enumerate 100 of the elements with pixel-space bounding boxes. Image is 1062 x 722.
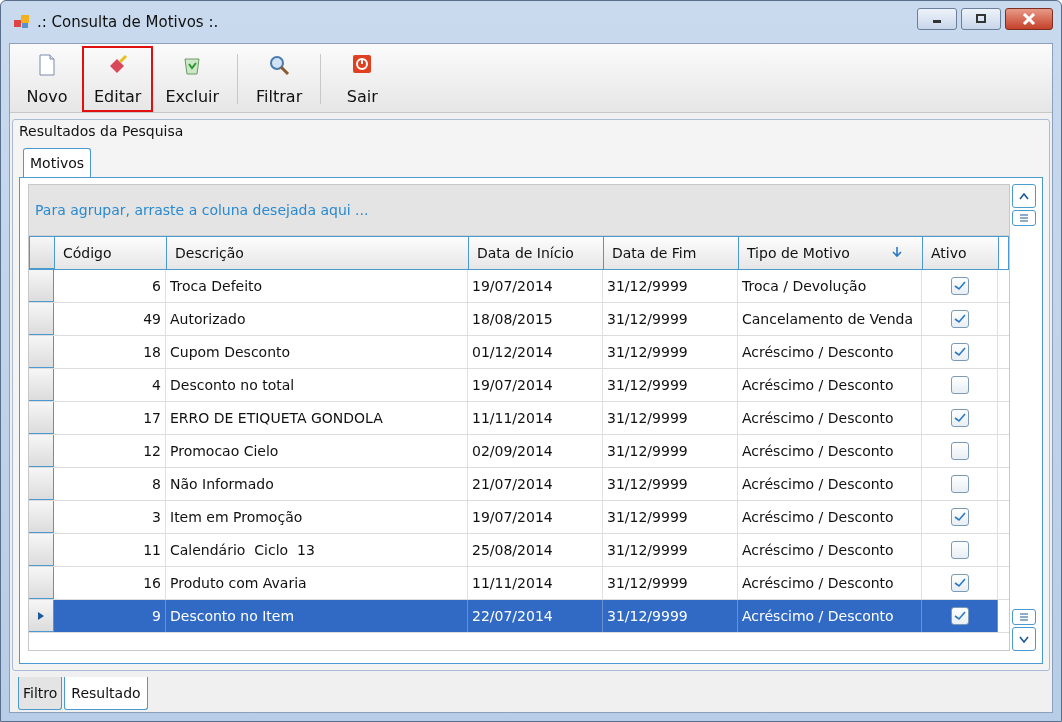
delete-button[interactable]: Excluir	[153, 46, 232, 112]
column-header[interactable]: Data de Início	[469, 237, 604, 269]
table-cell: Calendário Ciclo 13	[166, 534, 468, 566]
app-icon	[13, 14, 31, 30]
table-cell: Acréscimo / Desconto	[738, 567, 922, 599]
row-header	[29, 501, 54, 533]
table-cell: 4	[54, 369, 166, 401]
column-header[interactable]: Tipo de Motivo	[739, 237, 923, 269]
tab[interactable]: Filtro	[18, 677, 63, 710]
checkbox[interactable]	[950, 409, 969, 427]
table-cell: 6	[54, 270, 166, 302]
table-cell: Acréscimo / Desconto	[738, 435, 922, 467]
new-button[interactable]: Novo	[12, 46, 82, 112]
table-cell: 31/12/9999	[603, 534, 738, 566]
table-cell: 31/12/9999	[603, 468, 738, 500]
minimize-button[interactable]	[917, 8, 957, 30]
close-icon	[1022, 13, 1036, 25]
table-cell: Troca Defeito	[166, 270, 468, 302]
row-header	[29, 567, 54, 599]
scroll-thumb[interactable]	[1012, 609, 1036, 625]
table-row[interactable]: 8 Não Informado 21/07/2014 31/12/9999 Acréscimo / Desconto	[29, 468, 1009, 501]
power-icon	[352, 54, 373, 74]
table-cell: 8	[54, 468, 166, 500]
table-cell: 3	[54, 501, 166, 533]
table-row[interactable]: 18 Cupom Desconto 01/12/2014 31/12/9999 Acréscimo / Desconto	[29, 336, 1009, 369]
table-cell: 31/12/9999	[603, 369, 738, 401]
magnifier-icon	[268, 54, 291, 76]
row-header	[29, 336, 54, 368]
checkbox[interactable]	[950, 376, 969, 394]
vertical-scrollbar[interactable]	[1012, 184, 1036, 651]
checkmark-icon	[953, 578, 966, 588]
table-cell: 31/12/9999	[603, 270, 738, 302]
edit-button[interactable]: Editar	[82, 46, 154, 112]
table-cell: 31/12/9999	[603, 402, 738, 434]
row-header	[29, 369, 54, 401]
maximize-button[interactable]	[961, 8, 1001, 30]
table-cell: 18	[54, 336, 166, 368]
checkmark-icon	[953, 512, 966, 522]
table-cell: 31/12/9999	[603, 303, 738, 335]
checkbox[interactable]	[950, 574, 969, 592]
table-cell: 12	[54, 435, 166, 467]
checkbox[interactable]	[950, 277, 969, 295]
scroll-thumb[interactable]	[1012, 210, 1036, 226]
column-header[interactable]: Data de Fim	[604, 237, 739, 269]
table-cell: Produto com Avaria	[166, 567, 468, 599]
checkbox[interactable]	[950, 310, 969, 328]
column-header[interactable]: Descrição	[167, 237, 469, 269]
checkbox[interactable]	[950, 442, 969, 460]
table-cell: Não Informado	[166, 468, 468, 500]
table-cell: 17	[54, 402, 166, 434]
row-header	[29, 435, 54, 467]
checkbox[interactable]	[950, 607, 969, 625]
column-header[interactable]: Ativo	[923, 237, 999, 269]
current-row-icon	[38, 611, 44, 620]
exit-button[interactable]: Sair	[327, 46, 398, 112]
checkmark-icon	[953, 314, 966, 324]
chevron-up-icon	[1018, 192, 1030, 200]
table-cell: Acréscimo / Desconto	[738, 501, 922, 533]
filter-button[interactable]: Filtrar	[244, 46, 315, 112]
row-header	[29, 303, 54, 335]
table-row[interactable]: 49 Autorizado 18/08/2015 31/12/9999 Cancelamento de Venda	[29, 303, 1009, 336]
close-button[interactable]	[1005, 8, 1053, 30]
table-cell: Acréscimo / Desconto	[738, 369, 922, 401]
table-cell: 11/11/2014	[468, 567, 603, 599]
table-cell: 19/07/2014	[468, 270, 603, 302]
tab[interactable]: Motivos	[23, 148, 92, 177]
table-cell: 11	[54, 534, 166, 566]
checkbox[interactable]	[950, 508, 969, 526]
table-cell: Acréscimo / Desconto	[738, 468, 922, 500]
table-cell: 02/09/2014	[468, 435, 603, 467]
table-cell: 11/11/2014	[468, 402, 603, 434]
table-cell: 31/12/9999	[603, 435, 738, 467]
sort-descending-icon	[892, 246, 902, 258]
checkmark-icon	[953, 347, 966, 357]
table-cell: 16	[54, 567, 166, 599]
tab[interactable]: Resultado	[64, 677, 148, 710]
table-cell: 21/07/2014	[468, 468, 603, 500]
group-by-hint: Para agrupar, arraste a coluna desejada aqui ...	[35, 202, 369, 218]
table-cell: Desconto no Item	[166, 600, 468, 632]
table-cell: 31/12/9999	[603, 501, 738, 533]
column-header[interactable]: Código	[55, 237, 167, 269]
table-row[interactable]: 3 Item em Promoção 19/07/2014 31/12/9999 Acréscimo / Desconto	[29, 501, 1009, 534]
table-row[interactable]: 4 Desconto no total 19/07/2014 31/12/9999 Acréscimo / Desconto	[29, 369, 1009, 402]
checkbox[interactable]	[950, 475, 969, 493]
maximize-icon	[975, 14, 987, 24]
checkbox[interactable]	[950, 541, 969, 559]
table-cell: Promocao Cielo	[166, 435, 468, 467]
scroll-down-button[interactable]	[1012, 627, 1036, 651]
table-row[interactable]: 17 ERRO DE ETIQUETA GONDOLA 11/11/2014 31/12/9999 Acréscimo / Desconto	[29, 402, 1009, 435]
table-row[interactable]: 9 Desconto no Item 22/07/2014 31/12/9999 Acréscimo / Desconto	[29, 600, 1009, 633]
panel-title: Resultados da Pesquisa	[19, 122, 185, 141]
table-row[interactable]: 11 Calendário Ciclo 13 25/08/2014 31/12/9999 Acréscimo / Desconto	[29, 534, 1009, 567]
table-cell: 31/12/9999	[603, 600, 738, 632]
table-row[interactable]: 12 Promocao Cielo 02/09/2014 31/12/9999 Acréscimo / Desconto	[29, 435, 1009, 468]
scroll-up-button[interactable]	[1012, 184, 1036, 208]
table-cell: 22/07/2014	[468, 600, 603, 632]
table-cell: Troca / Devolução	[738, 270, 922, 302]
table-cell: Acréscimo / Desconto	[738, 534, 922, 566]
checkbox[interactable]	[950, 343, 969, 361]
table-row[interactable]: 6 Troca Defeito 19/07/2014 31/12/9999 Troca / Devolução	[29, 270, 1009, 303]
